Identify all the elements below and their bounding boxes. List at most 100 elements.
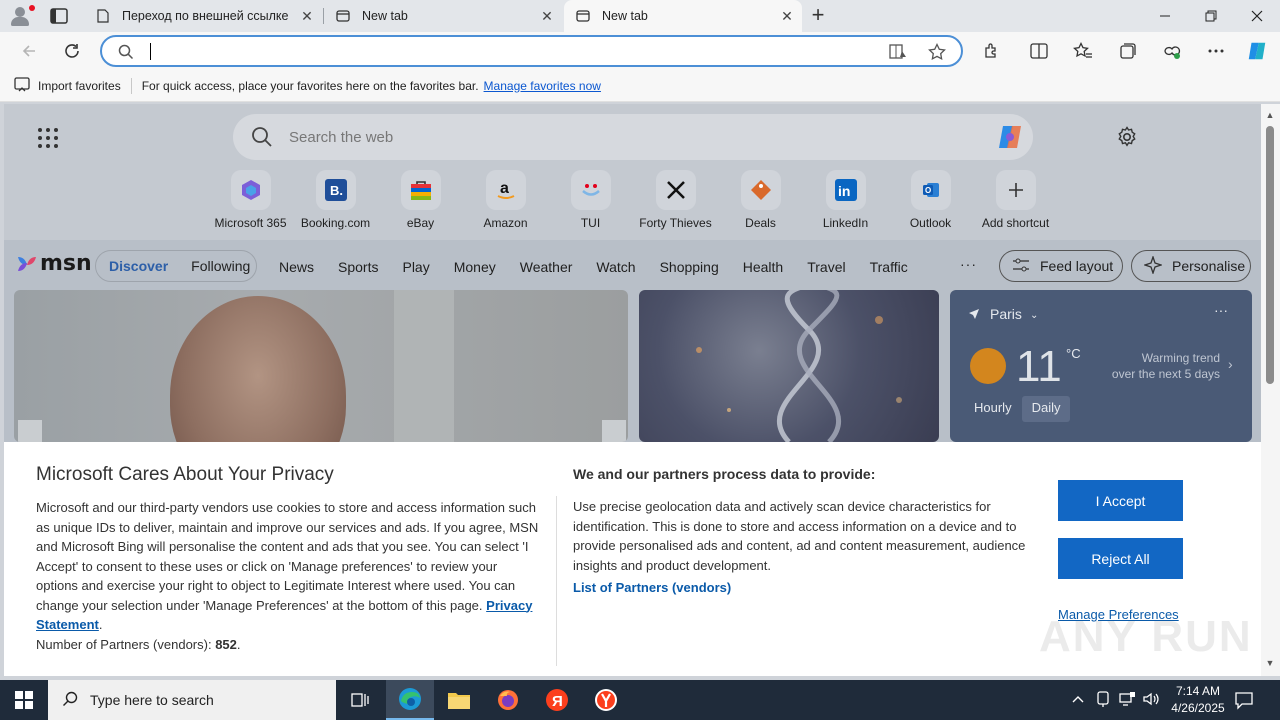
weather-card[interactable]: Paris ⌄ ··· 11 °C Warming trend over the…: [950, 290, 1252, 442]
anyrun-watermark: ANY RUN: [1039, 612, 1253, 661]
tab-actions-icon[interactable]: [48, 6, 70, 26]
reject-all-button[interactable]: Reject All: [1058, 538, 1183, 579]
split-screen-icon[interactable]: [1028, 40, 1050, 62]
feed-layout-button[interactable]: Feed layout: [999, 250, 1123, 282]
shortcut-outlook[interactable]: O Outlook: [888, 170, 973, 230]
scroll-up-icon[interactable]: ▲: [1265, 110, 1275, 120]
nav-watch[interactable]: Watch: [596, 259, 635, 275]
carousel-next-button[interactable]: [602, 420, 626, 442]
nav-play[interactable]: Play: [402, 259, 429, 275]
nav-news[interactable]: News: [279, 259, 314, 275]
notifications-icon[interactable]: [1234, 690, 1254, 713]
yandex-browser-icon[interactable]: [582, 680, 630, 720]
start-button[interactable]: [0, 680, 48, 720]
minimize-button[interactable]: [1142, 0, 1188, 32]
nav-shopping[interactable]: Shopping: [660, 259, 719, 275]
shortcut-ebay[interactable]: eBay: [378, 170, 463, 230]
task-view-icon[interactable]: [336, 680, 384, 720]
msn-logo[interactable]: msn: [16, 251, 92, 276]
shortcut-deals[interactable]: Deals: [718, 170, 803, 230]
privacy-purposes-body: Use precise geolocation data and activel…: [573, 499, 1026, 573]
import-favorites-button[interactable]: Import favorites: [14, 76, 121, 95]
volume-icon[interactable]: [1142, 690, 1160, 711]
svg-text:a: a: [500, 180, 509, 197]
dna-news-card[interactable]: [639, 290, 939, 442]
address-bar[interactable]: [100, 35, 963, 67]
copilot-search-icon[interactable]: [995, 122, 1025, 152]
shortcut-tui[interactable]: TUI: [548, 170, 633, 230]
dna-illustration: [696, 290, 902, 442]
edge-taskbar-icon[interactable]: [386, 680, 434, 720]
taskbar-search[interactable]: Type here to search: [48, 680, 336, 720]
hourly-tab[interactable]: Hourly: [964, 396, 1022, 422]
scroll-thumb[interactable]: [1266, 126, 1274, 384]
weather-trend[interactable]: Warming trend over the next 5 days: [1110, 350, 1220, 382]
carousel-prev-button[interactable]: [18, 420, 42, 442]
system-clock[interactable]: 7:14 AM 4/26/2025: [1162, 683, 1234, 717]
favorite-star-icon[interactable]: [928, 42, 946, 64]
nav-health[interactable]: Health: [743, 259, 783, 275]
manage-favorites-link[interactable]: Manage favorites now: [484, 79, 601, 93]
news-photo: [170, 296, 346, 442]
back-button[interactable]: [16, 39, 42, 63]
collections-icon[interactable]: [1117, 40, 1139, 62]
close-tab-icon[interactable]: ✕: [300, 9, 314, 23]
web-search-placeholder: Search the web: [289, 129, 394, 146]
copilot-icon[interactable]: [1246, 40, 1268, 62]
accept-button[interactable]: I Accept: [1058, 480, 1183, 521]
tab-external-link[interactable]: Переход по внешней ссылке ✕: [84, 0, 322, 32]
personalise-button[interactable]: Personalise: [1131, 250, 1251, 282]
close-window-button[interactable]: [1234, 0, 1280, 32]
device-icon[interactable]: [1095, 690, 1111, 711]
shortcut-linkedin[interactable]: in LinkedIn: [803, 170, 888, 230]
nav-sports[interactable]: Sports: [338, 259, 378, 275]
tab-following[interactable]: Following: [191, 258, 250, 274]
network-icon[interactable]: [1118, 690, 1136, 711]
list-of-partners-link[interactable]: List of Partners (vendors): [573, 580, 731, 595]
restore-button[interactable]: [1188, 0, 1234, 32]
nav-money[interactable]: Money: [454, 259, 496, 275]
hero-news-card[interactable]: [14, 290, 628, 442]
nav-weather[interactable]: Weather: [520, 259, 573, 275]
tab-discover[interactable]: Discover: [109, 258, 168, 274]
browser-essentials-icon[interactable]: [1161, 40, 1183, 62]
tab-new-tab-1[interactable]: New tab ✕: [324, 0, 562, 32]
new-tab-button[interactable]: +: [806, 4, 830, 28]
shortcut-booking[interactable]: B. Booking.com: [293, 170, 378, 230]
ebay-icon: [400, 170, 441, 210]
more-nav-button[interactable]: ···: [960, 256, 977, 272]
page-settings-icon[interactable]: [1116, 126, 1138, 148]
app-launcher-icon[interactable]: [38, 128, 58, 148]
svg-text:B.: B.: [330, 183, 343, 198]
more-options-icon[interactable]: [1205, 40, 1227, 62]
close-tab-icon[interactable]: ✕: [540, 9, 554, 23]
firefox-icon[interactable]: [484, 680, 532, 720]
tab-title: New tab: [602, 9, 648, 23]
nav-travel[interactable]: Travel: [807, 259, 845, 275]
weather-menu-button[interactable]: ···: [1214, 302, 1228, 318]
daily-tab[interactable]: Daily: [1021, 396, 1071, 422]
nav-traffic[interactable]: Traffic: [870, 259, 908, 275]
show-hidden-icons-icon[interactable]: [1071, 690, 1085, 711]
tab-new-tab-active[interactable]: New tab ✕: [564, 0, 802, 32]
file-explorer-icon[interactable]: [435, 680, 483, 720]
yandex-icon[interactable]: Я: [533, 680, 581, 720]
chevron-down-icon: ⌄: [1030, 310, 1039, 321]
profile-avatar-icon[interactable]: [8, 4, 35, 28]
shortcut-microsoft-365[interactable]: Microsoft 365: [208, 170, 293, 230]
feed-mode-toggle: Discover Following: [95, 250, 257, 282]
web-search-box[interactable]: Search the web: [233, 114, 1033, 160]
page-scrollbar[interactable]: ▲ ▼: [1261, 104, 1280, 676]
refresh-button[interactable]: [59, 39, 85, 63]
immersive-reader-icon[interactable]: [888, 43, 908, 64]
shortcut-add[interactable]: Add shortcut: [973, 170, 1058, 230]
extensions-icon[interactable]: [980, 40, 1002, 62]
import-icon: [14, 76, 30, 95]
privacy-title: Microsoft Cares About Your Privacy: [36, 464, 334, 485]
weather-city[interactable]: Paris: [990, 306, 1022, 322]
shortcut-amazon[interactable]: a Amazon: [463, 170, 548, 230]
close-tab-icon[interactable]: ✕: [780, 9, 794, 23]
shortcut-forty-thieves[interactable]: Forty Thieves: [633, 170, 718, 230]
scroll-down-icon[interactable]: ▼: [1265, 658, 1275, 668]
favorites-icon[interactable]: [1072, 40, 1094, 62]
